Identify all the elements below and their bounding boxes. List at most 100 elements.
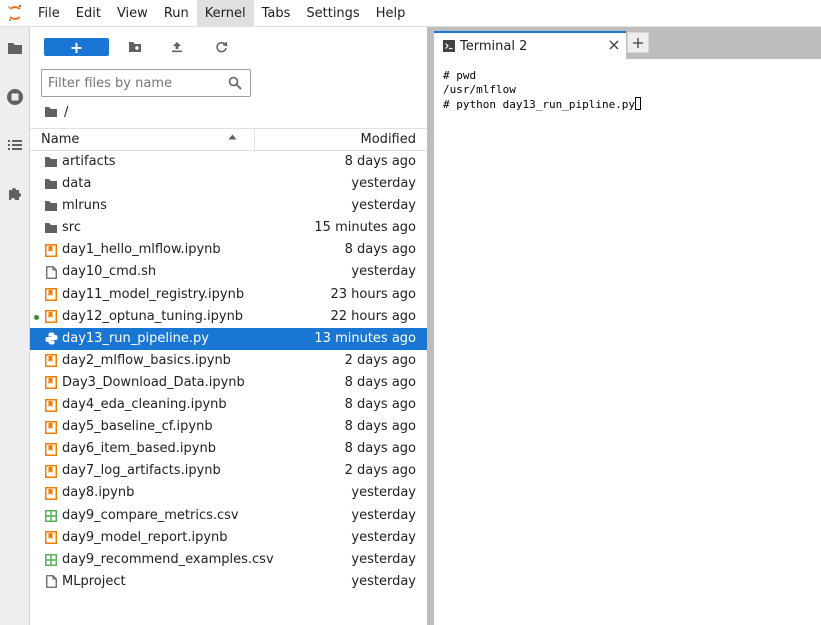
file-row[interactable]: day8.ipynb yesterday [30,482,427,504]
folder-icon[interactable] [0,33,30,63]
root-folder-icon[interactable] [44,106,58,118]
file-modified: 8 days ago [344,242,416,258]
file-row[interactable]: day2_mlflow_basics.ipynb 2 days ago [30,350,427,372]
name-column-header[interactable]: Name [41,132,79,147]
file-row[interactable]: data yesterday [30,173,427,195]
file-modified: 8 days ago [344,397,416,413]
file-row[interactable]: day1_hello_mlflow.ipynb 8 days ago [30,239,427,261]
file-modified: 2 days ago [344,463,416,479]
file-name: mlruns [62,198,107,214]
file-modified: yesterday [351,198,416,214]
notebook-icon [44,486,58,500]
file-modified: 15 minutes ago [314,220,416,236]
file-row[interactable]: MLproject yesterday [30,571,427,593]
file-modified: 8 days ago [344,154,416,169]
file-modified: 8 days ago [344,374,416,390]
file-row[interactable]: day11_model_registry.ipynb 23 hours ago [30,284,427,306]
close-icon[interactable] [608,39,620,51]
filter-files-input[interactable] [42,70,222,96]
file-modified: 2 days ago [344,352,416,368]
jupyter-logo-icon[interactable] [0,0,30,27]
file-row[interactable]: day12_optuna_tuning.ipynb 22 hours ago [30,306,427,328]
file-modified: yesterday [351,551,416,567]
file-name: data [62,176,92,192]
upload-icon[interactable] [168,38,186,56]
menu-edit[interactable]: Edit [68,0,109,27]
file-row[interactable]: day9_compare_metrics.csv yesterday [30,505,427,527]
menu-settings[interactable]: Settings [298,0,367,27]
file-row[interactable]: day10_cmd.sh yesterday [30,261,427,283]
file-modified: yesterday [351,485,416,501]
file-name: day10_cmd.sh [62,264,157,280]
folder-icon [44,155,58,169]
add-tab-button[interactable] [627,32,649,53]
file-row[interactable]: day6_item_based.ipynb 8 days ago [30,438,427,460]
file-name: day4_eda_cleaning.ipynb [62,397,227,413]
modified-column-header[interactable]: Modified [361,132,416,147]
folder-icon [44,177,58,191]
notebook-icon [44,531,58,545]
file-name: day2_mlflow_basics.ipynb [62,352,231,368]
file-name: day9_recommend_examples.csv [62,551,274,567]
breadcrumb: / [44,103,68,121]
file-modified: yesterday [351,264,416,280]
sort-ascending-icon[interactable] [228,134,237,140]
file-name: day9_model_report.ipynb [62,529,228,545]
file-row[interactable]: day5_baseline_cf.ipynb 8 days ago [30,416,427,438]
file-browser-panel: + / Name Modified artifacts 8 days ago dat… [30,27,427,625]
file-name: day13_run_pipeline.py [62,330,209,346]
file-modified: 22 hours ago [330,308,416,324]
file-name: Day3_Download_Data.ipynb [62,374,245,390]
spreadsheet-icon [44,509,58,523]
table-of-contents-icon[interactable] [0,130,30,160]
extensions-puzzle-icon[interactable] [0,178,30,208]
file-modified: yesterday [351,176,416,192]
breadcrumb-root[interactable]: / [64,105,68,120]
filter-files-field [41,69,251,97]
new-launcher-button[interactable]: + [44,38,109,57]
terminal-line: /usr/mlflow [443,83,516,96]
file-row[interactable]: Day3_Download_Data.ipynb 8 days ago [30,372,427,394]
file-row[interactable]: day4_eda_cleaning.ipynb 8 days ago [30,394,427,416]
file-row[interactable]: day13_run_pipeline.py 13 minutes ago [30,327,427,350]
terminal-output[interactable]: # pwd /usr/mlflow # python day13_run_pip… [434,59,821,625]
tab-terminal-2[interactable]: Terminal 2 [434,31,626,59]
menu-kernel[interactable]: Kernel [196,0,254,27]
file-row[interactable]: day9_model_report.ipynb yesterday [30,527,427,549]
file-row[interactable]: artifacts 8 days ago [30,151,427,173]
menu-tabs[interactable]: Tabs [254,0,299,27]
folder-icon [44,221,58,235]
file-modified: 23 hours ago [330,286,416,302]
menu-run[interactable]: Run [156,0,197,27]
left-activity-bar [0,27,30,625]
file-row[interactable]: mlruns yesterday [30,195,427,217]
menu-help[interactable]: Help [368,0,414,27]
panel-splitter[interactable] [427,27,434,625]
file-modified: 8 days ago [344,441,416,457]
file-name: day8.ipynb [62,485,135,501]
refresh-icon[interactable] [212,38,230,56]
file-row[interactable]: day7_log_artifacts.ipynb 2 days ago [30,460,427,482]
tab-label: Terminal 2 [460,38,528,54]
folder-icon [44,199,58,213]
menu-file[interactable]: File [30,0,68,27]
running-sessions-icon[interactable] [0,82,30,112]
terminal-cursor [635,97,642,110]
spreadsheet-icon [44,553,58,567]
notebook-icon [44,354,58,368]
file-icon [44,265,58,279]
file-modified: yesterday [351,573,416,589]
notebook-icon [44,288,58,302]
file-modified: yesterday [351,507,416,523]
new-folder-icon[interactable] [126,38,144,56]
file-row[interactable]: day9_recommend_examples.csv yesterday [30,549,427,571]
search-icon [228,76,242,90]
file-name: day1_hello_mlflow.ipynb [62,242,221,258]
file-row[interactable]: src 15 minutes ago [30,217,427,239]
column-divider[interactable] [254,129,255,152]
menu-view[interactable]: View [109,0,156,27]
plus-icon [633,37,643,48]
file-name: day11_model_registry.ipynb [62,286,245,302]
notebook-icon [44,464,58,478]
file-icon [44,575,58,589]
